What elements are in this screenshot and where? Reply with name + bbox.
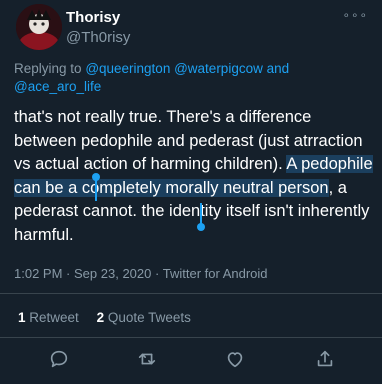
reply-prefix: Replying to (14, 61, 82, 76)
engagement-stats: 1 Retweet 2 Quote Tweets (18, 310, 205, 325)
retweets-label: Retweet (29, 310, 79, 325)
tweet-source[interactable]: Twitter for Android (163, 266, 268, 281)
selection-start-handle[interactable] (92, 173, 100, 201)
retweets-stat[interactable]: 1 Retweet (18, 310, 79, 325)
reply-context: Replying to @queerington @waterpigcow an… (14, 60, 364, 96)
meta-separator: · (66, 266, 71, 281)
mention-conjunction[interactable]: and (267, 61, 290, 76)
action-bar (0, 348, 382, 372)
mention-link[interactable]: @ace_aro_life (14, 79, 101, 94)
reply-icon[interactable] (48, 348, 70, 370)
quotes-label: Quote Tweets (107, 310, 191, 325)
tweet-date: Sep 23, 2020 (74, 266, 152, 281)
divider (0, 337, 382, 338)
author-display-name[interactable]: Thorisy (66, 9, 120, 26)
quotes-count: 2 (96, 310, 105, 325)
like-icon[interactable] (224, 348, 246, 370)
meta-separator: · (155, 266, 160, 281)
divider (0, 293, 382, 294)
more-icon[interactable]: ∘∘∘ (342, 8, 368, 22)
avatar-image (16, 4, 62, 50)
avatar[interactable] (16, 4, 62, 50)
tweet-text[interactable]: that's not really true. There's a differ… (14, 106, 374, 247)
share-icon[interactable] (314, 348, 336, 370)
selection-end-handle[interactable] (197, 203, 205, 231)
tweet-time: 1:02 PM (14, 266, 63, 281)
mention-link[interactable]: @waterpigcow (174, 61, 263, 76)
retweet-icon[interactable] (136, 348, 158, 370)
mention-link[interactable]: @queerington (85, 61, 170, 76)
quote-tweets-stat[interactable]: 2 Quote Tweets (97, 310, 191, 325)
retweets-count: 1 (18, 310, 26, 325)
tweet-metadata: 1:02 PM · Sep 23, 2020 · Twitter for And… (14, 266, 268, 281)
author-handle[interactable]: @Th0risy (66, 29, 130, 46)
